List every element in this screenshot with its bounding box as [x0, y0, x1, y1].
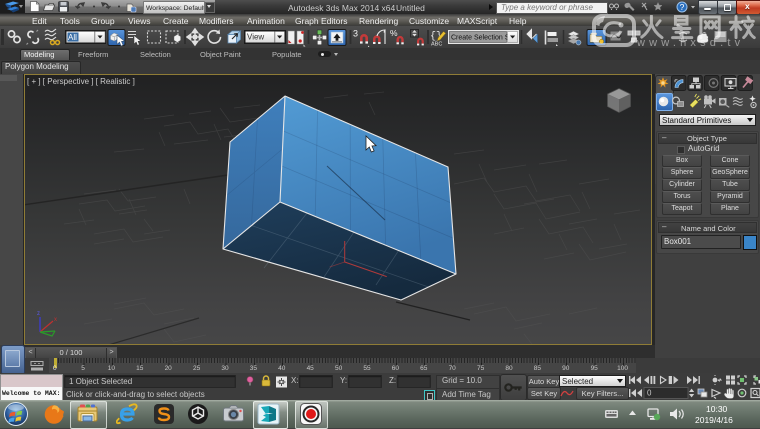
- svg-text:0: 0: [647, 389, 652, 398]
- svg-text:%: %: [390, 28, 398, 38]
- svg-text:[ + ] [ Perspective ] [ Realis: [ + ] [ Perspective ] [ Realistic ]: [27, 77, 135, 86]
- svg-text:x: x: [54, 317, 57, 323]
- svg-text:?: ?: [680, 2, 685, 12]
- svg-text:View: View: [247, 33, 264, 42]
- svg-text:z: z: [37, 311, 40, 317]
- svg-text:ABC: ABC: [431, 42, 442, 48]
- svg-text:3: 3: [353, 29, 358, 39]
- svg-text:All: All: [68, 33, 77, 42]
- svg-text:Create Selection Se: Create Selection Se: [451, 35, 513, 42]
